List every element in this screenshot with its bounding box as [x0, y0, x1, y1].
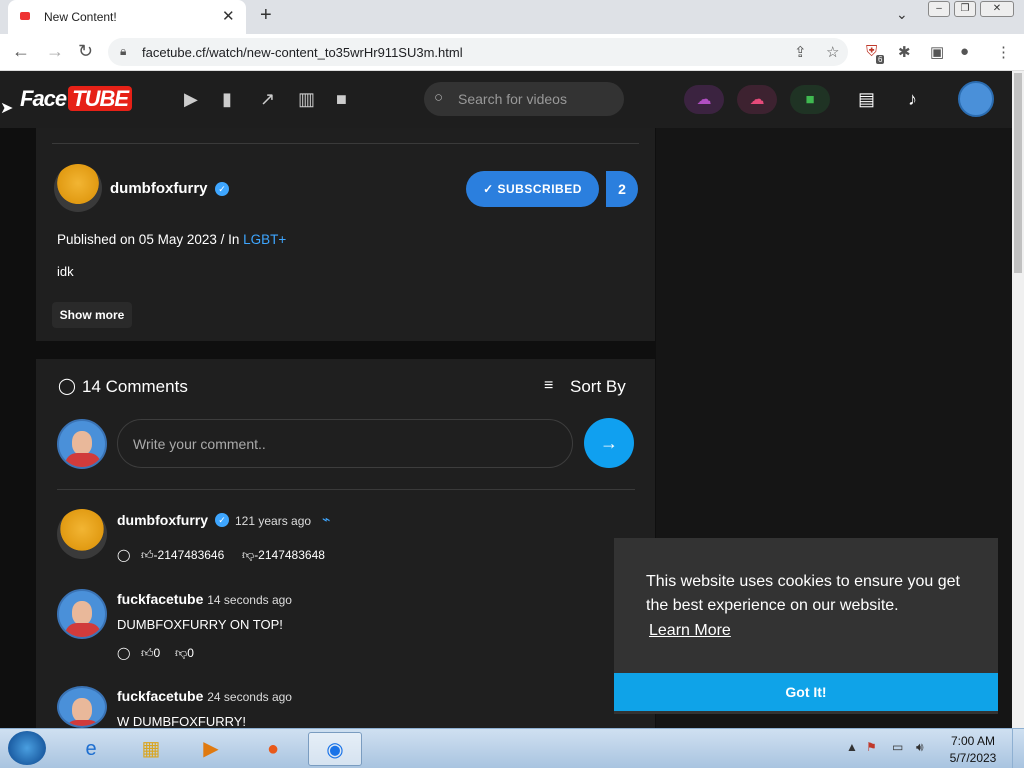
network-icon[interactable]: ▭ — [892, 740, 903, 754]
search-icon[interactable]: ○ — [434, 89, 443, 106]
extension-badge: 6 — [876, 55, 885, 64]
comment-time: 121 years ago — [235, 514, 312, 528]
video-description: idk — [57, 264, 74, 279]
go-live-icon[interactable]: ■ — [790, 85, 830, 114]
cookie-message: This website uses cookies to ensure you … — [646, 573, 960, 614]
media-player-icon[interactable]: ▶ — [184, 732, 238, 766]
comment-time: 24 seconds ago — [207, 690, 292, 704]
live-camera-icon[interactable]: ■ — [336, 89, 347, 110]
tab-favicon-icon — [20, 12, 30, 20]
logo-tube: TUBE — [68, 86, 133, 111]
comment-input[interactable] — [117, 419, 573, 468]
site-logo[interactable]: Face TUBE — [20, 86, 133, 112]
search-input[interactable] — [458, 90, 608, 108]
comment-bubble-icon: ◯ — [58, 378, 76, 395]
tab-title: New Content! — [44, 10, 117, 24]
pinned-paperclip-icon: ⌁ — [322, 511, 331, 527]
user-avatar[interactable] — [958, 81, 994, 117]
tab-close-icon[interactable]: ✕ — [222, 7, 235, 25]
back-arrow-icon[interactable]: ← — [12, 41, 30, 62]
like-count: 0 — [153, 646, 161, 660]
tab-search-chevron-icon[interactable]: ⌄ — [896, 6, 908, 23]
send-comment-button[interactable]: → — [584, 418, 634, 468]
menu-kebab-icon[interactable]: ⋮ — [996, 43, 1011, 61]
like-button[interactable]: 👍︎0 — [141, 646, 160, 661]
comment-author-line: fuckfacetube 14 seconds ago — [117, 591, 292, 607]
comment-author-line: fuckfacetube 24 seconds ago — [117, 688, 292, 704]
published-info: Published on 05 May 2023 / In LGBT+ — [57, 232, 286, 247]
comment-text: W DUMBFOXFURRY! — [117, 714, 247, 729]
logo-face: Face — [20, 86, 67, 111]
file-explorer-icon[interactable]: ▦ — [124, 732, 178, 766]
tray-expand-icon[interactable]: ▲ — [846, 740, 858, 754]
comment-author[interactable]: dumbfoxfurry — [117, 512, 208, 528]
dislike-count: -2147483648 — [254, 548, 325, 562]
comment-avatar[interactable] — [57, 589, 107, 639]
videos-icon[interactable]: ▶ — [184, 89, 198, 110]
current-user-avatar — [57, 419, 107, 469]
chrome-icon[interactable]: ◉ — [308, 732, 362, 766]
comment-avatar[interactable] — [57, 509, 107, 559]
url-text[interactable]: facetube.cf/watch/new-content_to35wrHr91… — [142, 45, 463, 60]
firefox-icon[interactable]: ● — [246, 732, 300, 766]
messages-icon[interactable]: ▤ — [858, 89, 875, 110]
published-text: Published on 05 May 2023 / In — [57, 232, 244, 247]
channel-avatar[interactable] — [54, 164, 102, 212]
divider — [57, 489, 635, 490]
dislike-count: 0 — [187, 646, 194, 660]
notifications-bell-icon[interactable]: ♪ — [908, 89, 917, 110]
side-panel-icon[interactable]: ▣ — [930, 43, 944, 61]
cookie-accept-button[interactable]: Got It! — [614, 673, 998, 711]
scrollbar-thumb[interactable] — [1014, 73, 1022, 273]
comment-author[interactable]: fuckfacetube — [117, 688, 203, 704]
subscribe-button[interactable]: ✓ SUBSCRIBED — [466, 171, 599, 207]
volume-icon[interactable]: 🔊︎ — [916, 740, 924, 755]
comments-card — [36, 359, 655, 728]
shorts-icon[interactable]: ▥ — [298, 89, 315, 110]
restore-window-button[interactable]: ❐ — [954, 1, 976, 17]
like-count: -2147483646 — [153, 548, 225, 562]
divider — [52, 143, 639, 144]
upload-icon[interactable]: ☁ — [684, 85, 724, 114]
upload-alt-icon[interactable]: ☁ — [737, 85, 777, 114]
reply-icon[interactable]: ◯ — [117, 548, 130, 562]
lock-icon[interactable]: 🔒︎ — [120, 44, 126, 59]
show-desktop-button[interactable] — [1012, 728, 1024, 768]
dislike-button[interactable]: 👎︎-2147483648 — [242, 548, 325, 563]
trending-icon[interactable]: ↗ — [260, 89, 275, 110]
start-button[interactable] — [8, 731, 46, 765]
extensions-puzzle-icon[interactable]: ✱ — [898, 43, 911, 61]
mouse-cursor-icon: ➤ — [0, 100, 14, 117]
like-button[interactable]: 👍︎-2147483646 — [141, 548, 224, 563]
category-link[interactable]: LGBT+ — [243, 232, 286, 247]
learn-more-link[interactable]: Learn More — [649, 622, 731, 640]
comment-author[interactable]: fuckfacetube — [117, 591, 203, 607]
sort-icon[interactable]: ≡ — [544, 377, 553, 395]
channel-name[interactable]: dumbfoxfurry — [110, 180, 208, 197]
forward-arrow-icon[interactable]: → — [46, 41, 64, 62]
sort-by-button[interactable]: Sort By — [570, 377, 626, 397]
action-center-icon[interactable]: ⚑ — [866, 740, 877, 754]
verified-check-icon: ✓ — [215, 182, 229, 196]
reload-icon[interactable]: ↻ — [78, 41, 93, 62]
comment-avatar[interactable] — [57, 686, 107, 728]
minimize-window-button[interactable]: – — [928, 1, 950, 17]
tray-date[interactable]: 5/7/2023 — [946, 751, 1000, 765]
dislike-button[interactable]: 👎︎0 — [175, 646, 194, 661]
comment-text: DUMBFOXFURRY ON TOP! — [117, 617, 283, 632]
internet-explorer-icon[interactable]: e — [64, 732, 118, 766]
comment-time: 14 seconds ago — [207, 593, 292, 607]
share-icon[interactable]: ⇪ — [794, 43, 807, 61]
profile-icon[interactable]: ● — [960, 43, 969, 60]
charts-icon[interactable]: ▮ — [222, 89, 232, 110]
verified-check-icon: ✓ — [215, 513, 229, 527]
subscribe-label: SUBSCRIBED — [497, 182, 582, 196]
bookmark-star-icon[interactable]: ☆ — [826, 43, 839, 61]
new-tab-button[interactable]: + — [260, 4, 272, 27]
tray-time[interactable]: 7:00 AM — [946, 734, 1000, 748]
reply-icon[interactable]: ◯ — [117, 646, 130, 660]
close-window-button[interactable]: ✕ — [980, 1, 1014, 17]
comments-title: 14 Comments — [82, 377, 188, 396]
show-more-button[interactable]: Show more — [52, 302, 132, 328]
